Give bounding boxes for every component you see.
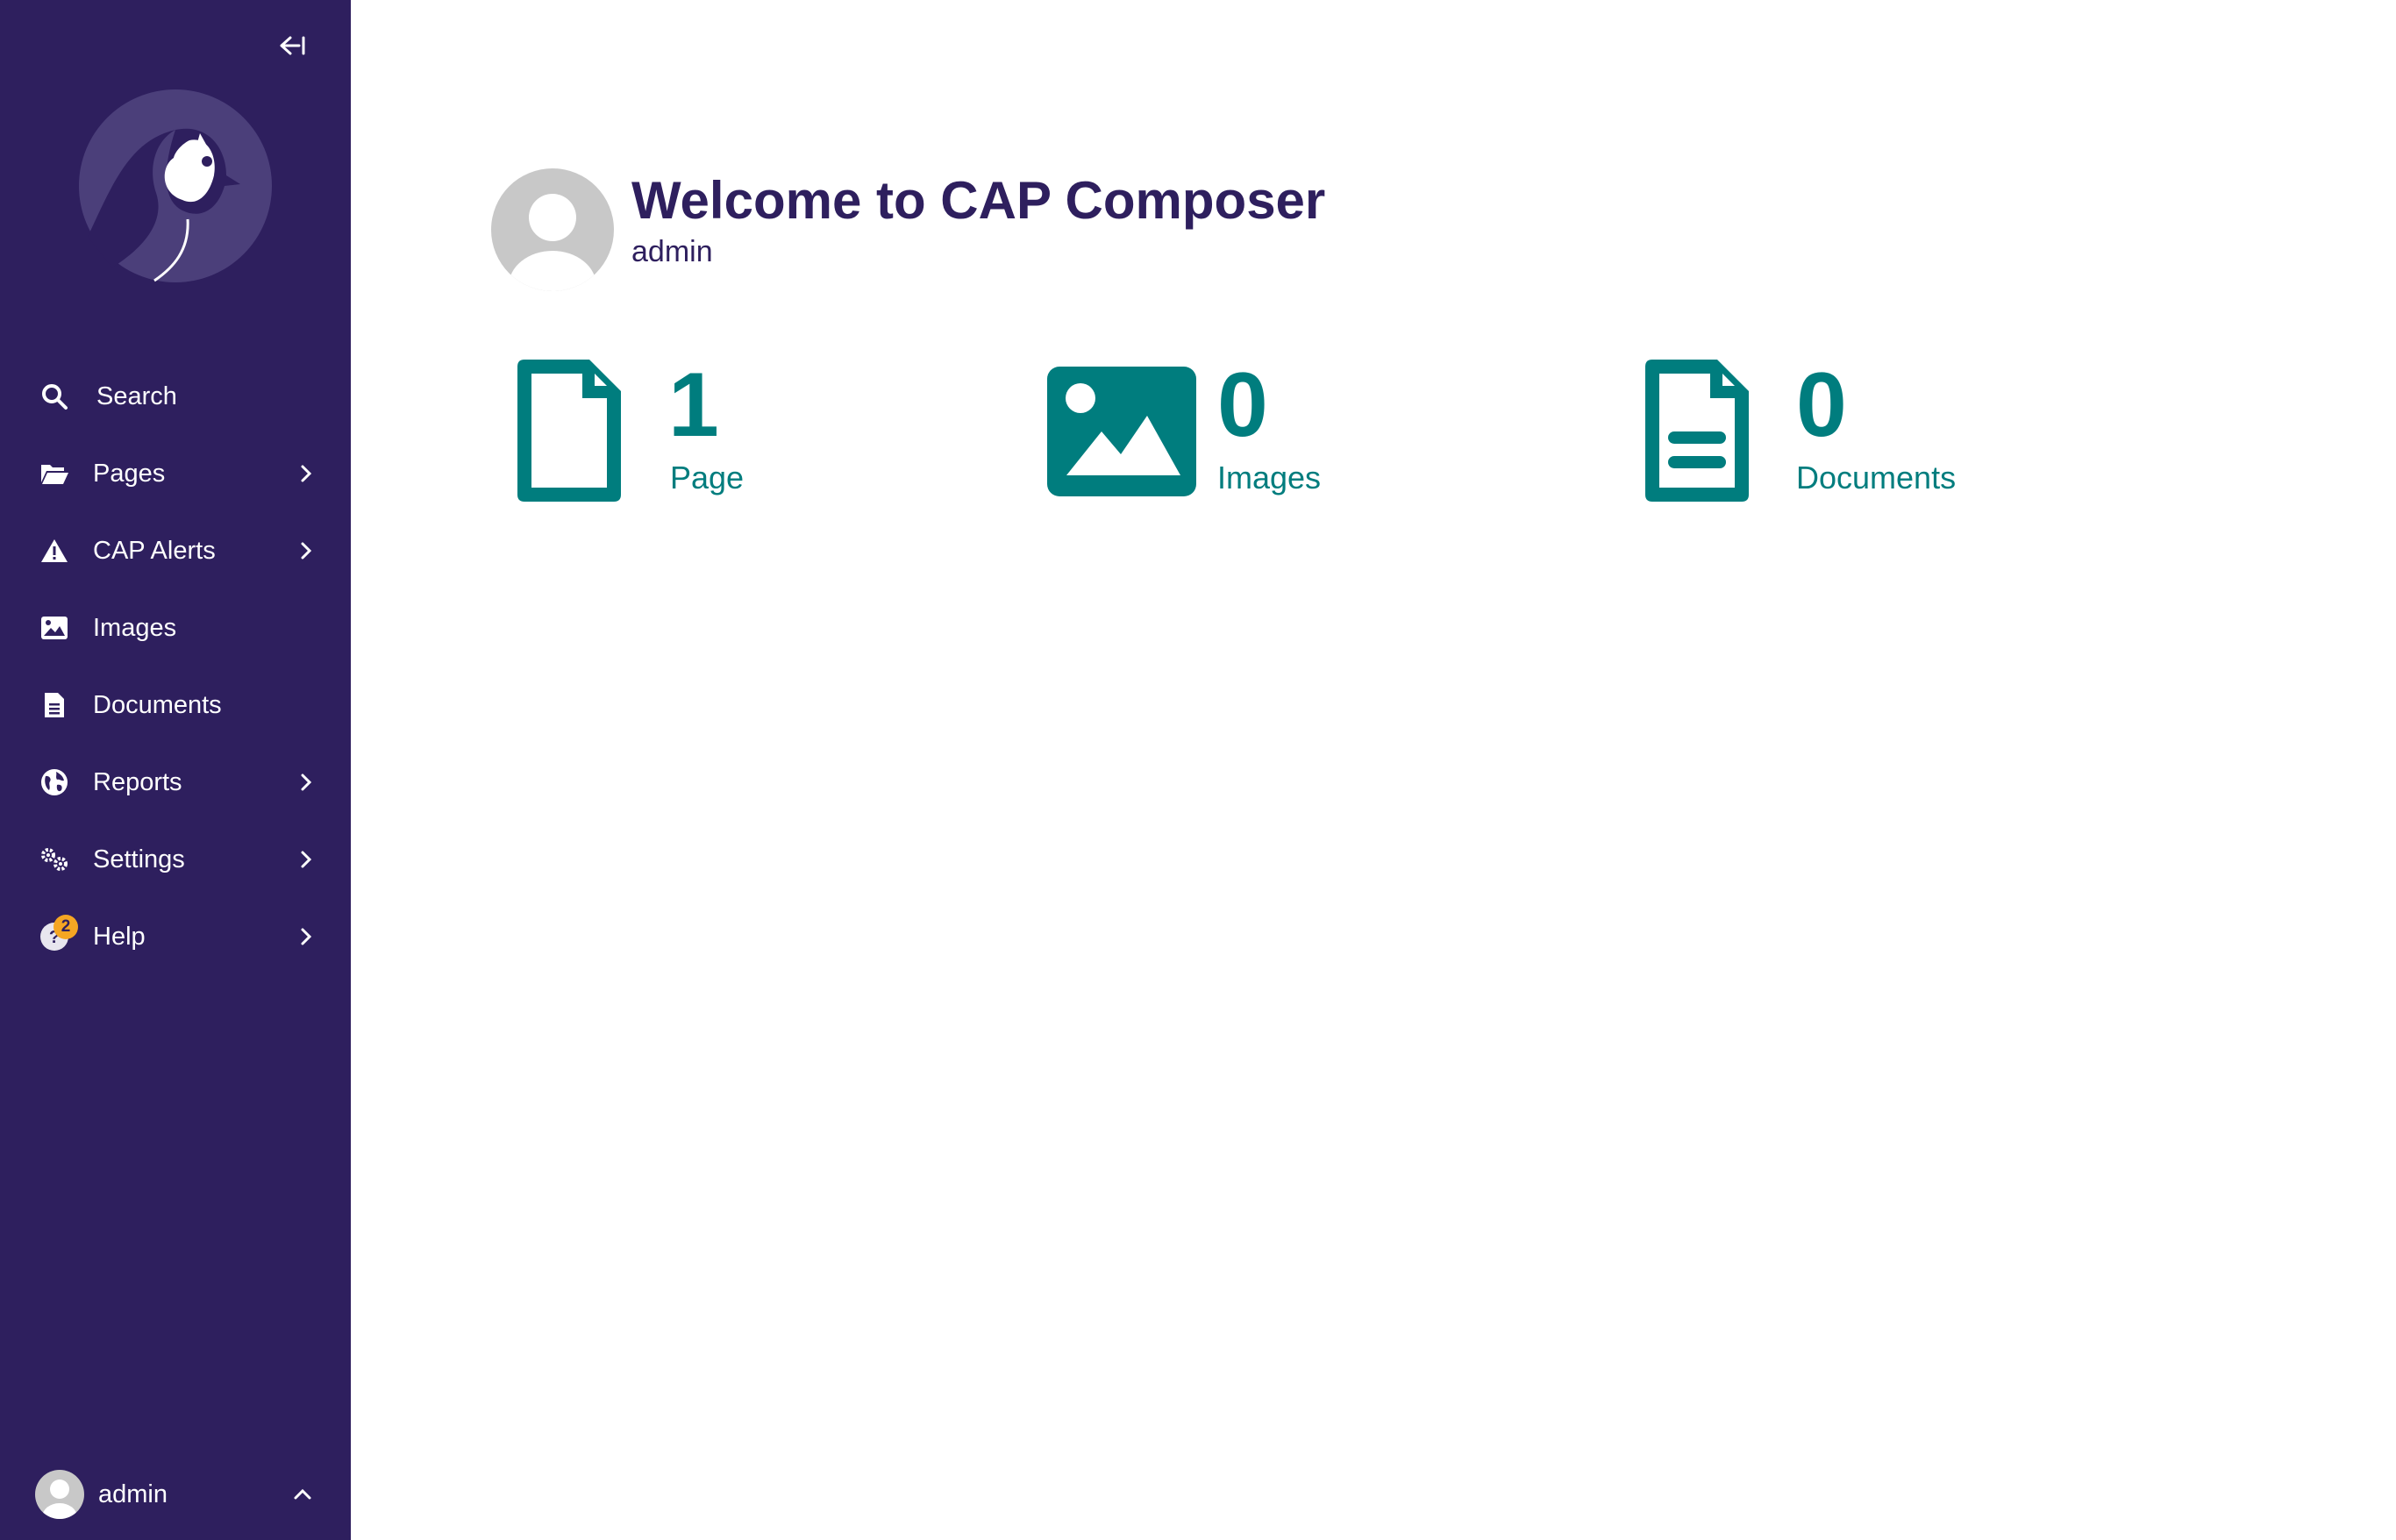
sidebar-item-help[interactable]: ? 2 Help bbox=[0, 898, 351, 975]
avatar bbox=[35, 1470, 84, 1519]
sidebar-item-label: Images bbox=[93, 613, 177, 642]
arrow-left-bar-icon bbox=[280, 36, 305, 55]
sidebar-item-label: Documents bbox=[93, 690, 222, 719]
page-icon bbox=[509, 351, 631, 513]
sidebar-item-cap-alerts[interactable]: CAP Alerts bbox=[0, 512, 351, 589]
account-menu[interactable]: admin bbox=[0, 1466, 351, 1522]
stat-label: Images bbox=[1217, 460, 1322, 496]
main-content: Welcome to CAP Composer admin 1 Page 0 I… bbox=[351, 0, 2396, 1540]
globe-icon bbox=[39, 766, 70, 798]
sidebar-item-settings[interactable]: Settings bbox=[0, 821, 351, 898]
stat-label: Page bbox=[670, 460, 745, 496]
help-notification-badge: 2 bbox=[53, 915, 78, 939]
sidebar-item-pages[interactable]: Pages bbox=[0, 435, 351, 512]
sidebar-item-label: Search bbox=[96, 381, 177, 410]
stat-images[interactable]: 0 Images bbox=[1047, 351, 1468, 517]
sidebar-item-label: Reports bbox=[93, 767, 182, 796]
sidebar: Search Pages CAP Alerts Images Documents… bbox=[0, 0, 351, 1540]
account-name: admin bbox=[98, 1479, 168, 1508]
document-icon bbox=[1637, 351, 1759, 513]
folder-open-icon bbox=[39, 458, 70, 489]
chevron-up-icon bbox=[291, 1483, 314, 1506]
page-title: Welcome to CAP Composer bbox=[631, 171, 1326, 230]
avatar bbox=[491, 168, 614, 291]
warning-icon bbox=[39, 535, 70, 567]
stat-count: 1 bbox=[668, 354, 719, 456]
sidebar-item-reports[interactable]: Reports bbox=[0, 744, 351, 821]
chevron-right-icon bbox=[295, 462, 317, 485]
collapse-sidebar-button[interactable] bbox=[274, 28, 309, 63]
stat-label: Documents bbox=[1796, 460, 1957, 496]
sidebar-item-images[interactable]: Images bbox=[0, 589, 351, 667]
chevron-right-icon bbox=[295, 771, 317, 794]
sidebar-item-label: Settings bbox=[93, 845, 185, 873]
search-icon bbox=[39, 381, 70, 412]
chevron-right-icon bbox=[295, 925, 317, 948]
chevron-right-icon bbox=[295, 848, 317, 871]
wagtail-logo[interactable] bbox=[77, 88, 274, 284]
sidebar-item-documents[interactable]: Documents bbox=[0, 667, 351, 744]
sidebar-item-label: CAP Alerts bbox=[93, 536, 216, 565]
welcome-username: admin bbox=[631, 235, 713, 268]
sidebar-item-label: Help bbox=[93, 922, 146, 951]
sidebar-item-label: Pages bbox=[93, 459, 166, 488]
stat-pages[interactable]: 1 Page bbox=[509, 351, 930, 517]
stat-count: 0 bbox=[1796, 354, 1847, 456]
image-icon bbox=[39, 612, 70, 644]
stat-count: 0 bbox=[1217, 354, 1268, 456]
sidebar-item-search[interactable]: Search bbox=[0, 358, 351, 435]
sidebar-nav: Search Pages CAP Alerts Images Documents… bbox=[0, 358, 351, 975]
cogs-icon bbox=[39, 844, 70, 875]
chevron-right-icon bbox=[295, 539, 317, 562]
image-icon bbox=[1047, 367, 1196, 501]
stat-documents[interactable]: 0 Documents bbox=[1637, 351, 2093, 517]
document-icon bbox=[39, 689, 70, 721]
